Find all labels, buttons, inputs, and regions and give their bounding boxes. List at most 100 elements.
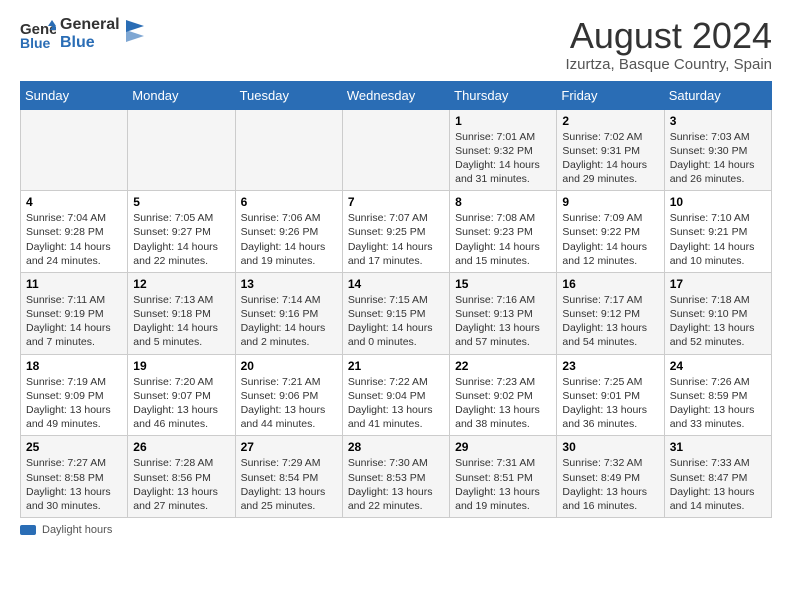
day-info: Sunrise: 7:05 AM Sunset: 9:27 PM Dayligh… <box>133 211 229 268</box>
logo-general: General <box>60 16 120 34</box>
logo-blue: Blue <box>60 34 120 52</box>
calendar-cell: 2Sunrise: 7:02 AM Sunset: 9:31 PM Daylig… <box>557 109 664 191</box>
day-info: Sunrise: 7:25 AM Sunset: 9:01 PM Dayligh… <box>562 375 658 432</box>
day-info: Sunrise: 7:16 AM Sunset: 9:13 PM Dayligh… <box>455 293 551 350</box>
calendar-cell: 1Sunrise: 7:01 AM Sunset: 9:32 PM Daylig… <box>450 109 557 191</box>
day-number: 8 <box>455 195 551 209</box>
calendar-cell: 12 Sunrise: 7:13 AM Sunset: 9:18 PM Dayli… <box>128 272 235 354</box>
day-info: Sunrise: 7:21 AM Sunset: 9:06 PM Dayligh… <box>241 375 337 432</box>
day-number: 12 <box>133 277 229 291</box>
calendar-cell: 24 Sunrise: 7:26 AM Sunset: 8:59 PM Dayli… <box>664 354 771 436</box>
day-of-week-tuesday: Tuesday <box>235 81 342 109</box>
day-number: 28 <box>348 440 444 454</box>
day-number: 23 <box>562 359 658 373</box>
calendar-table: SundayMondayTuesdayWednesdayThursdayFrid… <box>20 81 772 518</box>
day-number: 24 <box>670 359 766 373</box>
day-info: Sunrise: 7:08 AM Sunset: 9:23 PM Dayligh… <box>455 211 551 268</box>
day-number: 15 <box>455 277 551 291</box>
day-number: 30 <box>562 440 658 454</box>
week-row-2: 4 Sunrise: 7:04 AM Sunset: 9:28 PM Daylig… <box>21 191 772 273</box>
day-info: Sunrise: 7:03 AM Sunset: 9:30 PM Dayligh… <box>670 130 766 187</box>
day-number: 13 <box>241 277 337 291</box>
days-header-row: SundayMondayTuesdayWednesdayThursdayFrid… <box>21 81 772 109</box>
week-row-4: 18 Sunrise: 7:19 AM Sunset: 9:09 PM Dayli… <box>21 354 772 436</box>
calendar-cell: 20 Sunrise: 7:21 AM Sunset: 9:06 PM Dayli… <box>235 354 342 436</box>
calendar-cell: 23 Sunrise: 7:25 AM Sunset: 9:01 PM Dayli… <box>557 354 664 436</box>
day-info: Sunrise: 7:15 AM Sunset: 9:15 PM Dayligh… <box>348 293 444 350</box>
day-number: 4 <box>26 195 122 209</box>
day-info: Sunrise: 7:22 AM Sunset: 9:04 PM Dayligh… <box>348 375 444 432</box>
calendar-cell: 19Sunrise: 7:20 AM Sunset: 9:07 PM Dayli… <box>128 354 235 436</box>
calendar-cell: 9 Sunrise: 7:09 AM Sunset: 9:22 PM Daylig… <box>557 191 664 273</box>
calendar-cell: 22Sunrise: 7:23 AM Sunset: 9:02 PM Dayli… <box>450 354 557 436</box>
day-of-week-wednesday: Wednesday <box>342 81 449 109</box>
day-number: 27 <box>241 440 337 454</box>
footer-note: Daylight hours <box>20 524 772 536</box>
calendar-cell: 25 Sunrise: 7:27 AM Sunset: 8:58 PM Dayli… <box>21 436 128 518</box>
day-of-week-monday: Monday <box>128 81 235 109</box>
logo: General Blue General Blue <box>20 16 144 52</box>
calendar-cell: 30 Sunrise: 7:32 AM Sunset: 8:49 PM Dayli… <box>557 436 664 518</box>
svg-text:Blue: Blue <box>20 35 51 51</box>
calendar-cell: 7Sunrise: 7:07 AM Sunset: 9:25 PM Daylig… <box>342 191 449 273</box>
day-number: 21 <box>348 359 444 373</box>
calendar-cell: 14 Sunrise: 7:15 AM Sunset: 9:15 PM Dayli… <box>342 272 449 354</box>
calendar-cell: 5 Sunrise: 7:05 AM Sunset: 9:27 PM Daylig… <box>128 191 235 273</box>
day-info: Sunrise: 7:27 AM Sunset: 8:58 PM Dayligh… <box>26 456 122 513</box>
day-info: Sunrise: 7:32 AM Sunset: 8:49 PM Dayligh… <box>562 456 658 513</box>
calendar-cell: 15 Sunrise: 7:16 AM Sunset: 9:13 PM Dayli… <box>450 272 557 354</box>
calendar-cell: 26Sunrise: 7:28 AM Sunset: 8:56 PM Dayli… <box>128 436 235 518</box>
daylight-bar-icon <box>20 525 36 535</box>
day-number: 22 <box>455 359 551 373</box>
calendar-cell: 8 Sunrise: 7:08 AM Sunset: 9:23 PM Daylig… <box>450 191 557 273</box>
day-info: Sunrise: 7:33 AM Sunset: 8:47 PM Dayligh… <box>670 456 766 513</box>
day-of-week-saturday: Saturday <box>664 81 771 109</box>
day-info: Sunrise: 7:30 AM Sunset: 8:53 PM Dayligh… <box>348 456 444 513</box>
day-number: 10 <box>670 195 766 209</box>
calendar-cell <box>128 109 235 191</box>
day-info: Sunrise: 7:14 AM Sunset: 9:16 PM Dayligh… <box>241 293 337 350</box>
day-info: Sunrise: 7:13 AM Sunset: 9:18 PM Dayligh… <box>133 293 229 350</box>
day-number: 5 <box>133 195 229 209</box>
day-info: Sunrise: 7:26 AM Sunset: 8:59 PM Dayligh… <box>670 375 766 432</box>
calendar-cell: 29Sunrise: 7:31 AM Sunset: 8:51 PM Dayli… <box>450 436 557 518</box>
title-area: August 2024 Izurtza, Basque Country, Spa… <box>566 16 773 73</box>
calendar-cell: 10Sunrise: 7:10 AM Sunset: 9:21 PM Dayli… <box>664 191 771 273</box>
day-info: Sunrise: 7:19 AM Sunset: 9:09 PM Dayligh… <box>26 375 122 432</box>
day-info: Sunrise: 7:06 AM Sunset: 9:26 PM Dayligh… <box>241 211 337 268</box>
day-number: 20 <box>241 359 337 373</box>
logo-flag-icon <box>124 20 144 48</box>
calendar-cell: 4 Sunrise: 7:04 AM Sunset: 9:28 PM Daylig… <box>21 191 128 273</box>
calendar-cell <box>21 109 128 191</box>
day-info: Sunrise: 7:28 AM Sunset: 8:56 PM Dayligh… <box>133 456 229 513</box>
day-number: 6 <box>241 195 337 209</box>
header: General Blue General Blue August 2024 Iz… <box>20 16 772 73</box>
day-number: 16 <box>562 277 658 291</box>
day-info: Sunrise: 7:04 AM Sunset: 9:28 PM Dayligh… <box>26 211 122 268</box>
day-info: Sunrise: 7:11 AM Sunset: 9:19 PM Dayligh… <box>26 293 122 350</box>
location-title: Izurtza, Basque Country, Spain <box>566 56 773 73</box>
day-number: 29 <box>455 440 551 454</box>
day-number: 11 <box>26 277 122 291</box>
day-info: Sunrise: 7:01 AM Sunset: 9:32 PM Dayligh… <box>455 130 551 187</box>
calendar-cell <box>235 109 342 191</box>
day-number: 14 <box>348 277 444 291</box>
day-number: 31 <box>670 440 766 454</box>
month-title: August 2024 <box>566 16 773 56</box>
calendar-cell: 18 Sunrise: 7:19 AM Sunset: 9:09 PM Dayli… <box>21 354 128 436</box>
day-info: Sunrise: 7:20 AM Sunset: 9:07 PM Dayligh… <box>133 375 229 432</box>
logo-icon: General Blue <box>20 16 56 52</box>
day-number: 9 <box>562 195 658 209</box>
day-number: 18 <box>26 359 122 373</box>
day-number: 17 <box>670 277 766 291</box>
calendar-cell: 28 Sunrise: 7:30 AM Sunset: 8:53 PM Dayli… <box>342 436 449 518</box>
calendar-cell: 17Sunrise: 7:18 AM Sunset: 9:10 PM Dayli… <box>664 272 771 354</box>
calendar-cell: 6 Sunrise: 7:06 AM Sunset: 9:26 PM Daylig… <box>235 191 342 273</box>
daylight-label: Daylight hours <box>42 524 112 536</box>
day-number: 25 <box>26 440 122 454</box>
day-info: Sunrise: 7:29 AM Sunset: 8:54 PM Dayligh… <box>241 456 337 513</box>
day-info: Sunrise: 7:09 AM Sunset: 9:22 PM Dayligh… <box>562 211 658 268</box>
calendar-cell <box>342 109 449 191</box>
day-of-week-thursday: Thursday <box>450 81 557 109</box>
calendar-cell: 27 Sunrise: 7:29 AM Sunset: 8:54 PM Dayli… <box>235 436 342 518</box>
